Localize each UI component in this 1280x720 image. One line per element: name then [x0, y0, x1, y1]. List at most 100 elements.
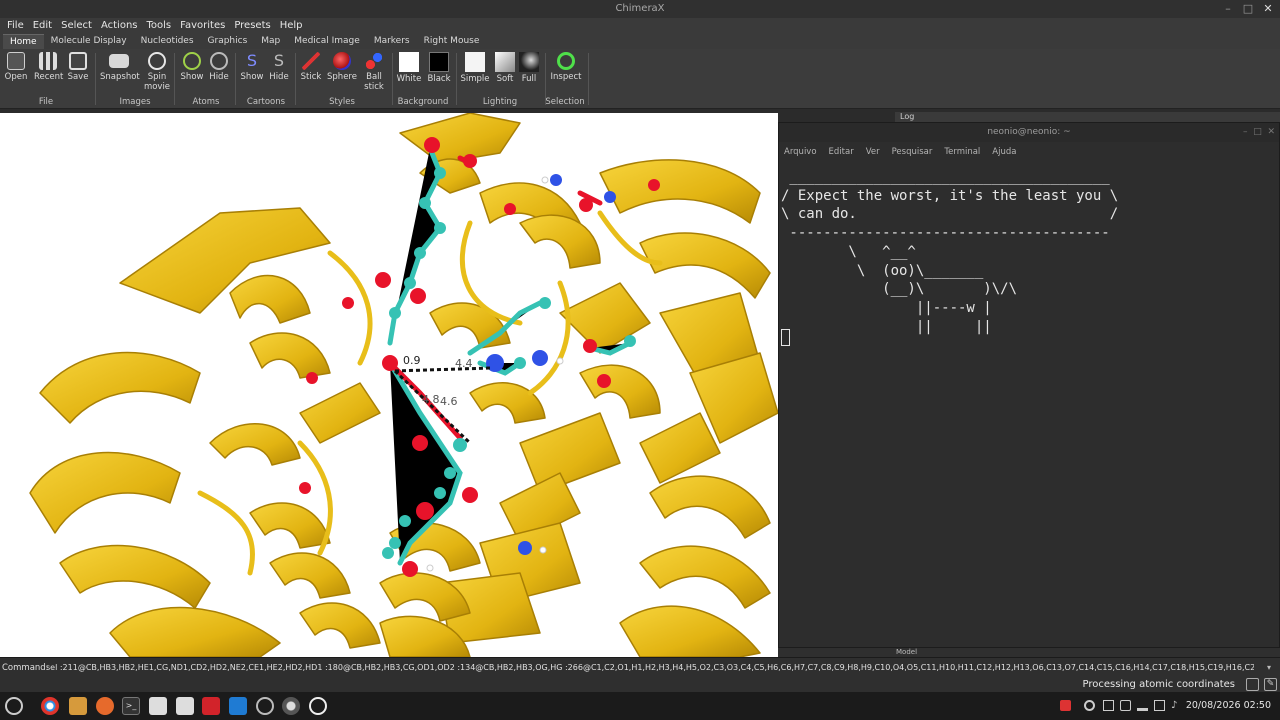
tab-right-mouse[interactable]: Right Mouse	[417, 34, 487, 49]
ball-stick-icon	[365, 52, 383, 70]
tab-markers[interactable]: Markers	[367, 34, 417, 49]
terminal-output[interactable]: ______________________________________ /…	[779, 162, 1279, 336]
anydesk-icon[interactable]	[202, 697, 220, 715]
terminal-menu-pesquisar[interactable]: Pesquisar	[892, 147, 933, 157]
update-icon[interactable]	[1084, 700, 1095, 711]
ribbon-separator	[235, 53, 236, 105]
cartoons-hide-button[interactable]: S Hide	[265, 52, 293, 83]
white-swatch-icon	[399, 52, 419, 72]
background-white-button[interactable]: White	[395, 52, 423, 84]
menu-favorites[interactable]: Favorites	[177, 18, 228, 34]
snapshot-button[interactable]: Snapshot	[100, 52, 140, 82]
inspect-button[interactable]: Inspect	[550, 52, 582, 82]
menu-help[interactable]: Help	[277, 18, 306, 34]
terminal-menu-editar[interactable]: Editar	[829, 147, 854, 157]
menu-select[interactable]: Select	[58, 18, 95, 34]
lighting-simple-button[interactable]: Simple	[460, 52, 490, 84]
model-panel-bar: Model	[778, 648, 1280, 657]
open-icon	[7, 52, 25, 70]
graphics-viewport[interactable]: 0.9 4.4 4.8 4.6	[0, 113, 778, 657]
atoms-show-icon	[183, 52, 201, 70]
command-input[interactable]: sel :211@CB,HB3,HB2,HE1,CG,ND1,CD2,HD2,N…	[46, 661, 1254, 675]
cartoons-show-button[interactable]: S Show	[238, 51, 266, 83]
status-bar: Processing atomic coordinates ✎	[0, 677, 1280, 692]
folder-icon[interactable]	[69, 697, 87, 715]
recent-button[interactable]: Recent	[34, 52, 63, 82]
close-icon[interactable]: ✕	[1258, 0, 1278, 18]
soft-light-icon	[495, 52, 515, 72]
atoms-show-button[interactable]: Show	[178, 52, 206, 82]
chevron-down-icon[interactable]: ▾	[1262, 662, 1276, 674]
clock[interactable]: 20/08/2026 02:50	[1186, 692, 1271, 720]
group-file-label: File	[38, 97, 54, 107]
terminal-window-controls[interactable]: – □ ✕	[1243, 123, 1275, 142]
group-cartoons-label: Cartoons	[246, 97, 286, 107]
settings-icon[interactable]	[149, 697, 167, 715]
distance-label: 4.4	[455, 357, 473, 370]
spin-icon	[148, 52, 166, 70]
network-tray-icon[interactable]	[1154, 700, 1165, 711]
tab-nucleotides[interactable]: Nucleotides	[134, 34, 201, 49]
tab-home[interactable]: Home	[3, 34, 44, 49]
tab-molecule-display[interactable]: Molecule Display	[44, 34, 134, 49]
menu-icon[interactable]	[5, 697, 23, 715]
chimerax-icon[interactable]	[282, 697, 300, 715]
maximize-icon[interactable]: □	[1238, 0, 1258, 18]
minimize-icon[interactable]: –	[1218, 0, 1238, 18]
terminal-titlebar: neonio@neonio: ~ – □ ✕	[779, 123, 1279, 142]
ribbon-separator	[456, 53, 457, 105]
command-label: Command:	[2, 663, 49, 673]
menu-file[interactable]: File	[4, 18, 27, 34]
distance-label: 4.6	[440, 395, 458, 408]
menu-tools[interactable]: Tools	[144, 18, 175, 34]
terminal-menu-arquivo[interactable]: Arquivo	[784, 147, 817, 157]
chrome-icon[interactable]	[41, 697, 59, 715]
sphere-button[interactable]: Sphere	[327, 52, 357, 82]
cartoon-show-icon: S	[246, 51, 258, 70]
ribbon-separator	[174, 53, 175, 105]
firefox-icon[interactable]	[96, 697, 114, 715]
pencil-icon[interactable]: ✎	[1264, 678, 1277, 691]
clipboard-icon[interactable]	[1103, 700, 1114, 711]
menu-presets[interactable]: Presets	[231, 18, 273, 34]
recording-icon[interactable]	[1060, 700, 1071, 711]
settings-icon[interactable]	[176, 697, 194, 715]
save-button[interactable]: Save	[64, 52, 92, 82]
vscode-icon[interactable]	[229, 697, 247, 715]
sphere-icon	[333, 52, 351, 70]
obs-icon[interactable]	[309, 697, 327, 715]
group-atoms-label: Atoms	[192, 97, 220, 107]
stick-button[interactable]: Stick	[297, 52, 325, 82]
spin-movie-button[interactable]: Spin movie	[143, 52, 171, 92]
camera-icon	[109, 54, 129, 68]
background-black-button[interactable]: Black	[425, 52, 453, 84]
atoms-hide-button[interactable]: Hide	[205, 52, 233, 82]
terminal-menubar: Arquivo Editar Ver Pesquisar Terminal Aj…	[779, 142, 1279, 162]
status-square-icon[interactable]	[1246, 678, 1259, 691]
tab-map[interactable]: Map	[254, 34, 287, 49]
volume-icon[interactable]: ♪	[1171, 700, 1182, 711]
terminal-window[interactable]: neonio@neonio: ~ – □ ✕ Arquivo Editar Ve…	[778, 122, 1280, 648]
terminal-icon[interactable]: >_	[122, 697, 140, 715]
open-button[interactable]: Open	[2, 52, 30, 82]
simple-light-icon	[465, 52, 485, 72]
log-tab[interactable]: Log	[895, 112, 1280, 122]
ball-stick-button[interactable]: Ball stick	[360, 52, 388, 92]
lighting-full-button[interactable]: Full	[515, 52, 543, 84]
taskbar: >_ ♪ 20/08/2026 02:50	[0, 692, 1280, 720]
terminal-menu-ver[interactable]: Ver	[866, 147, 880, 157]
network-icon[interactable]	[256, 697, 274, 715]
status-text: Processing atomic coordinates	[1082, 679, 1236, 690]
menu-actions[interactable]: Actions	[98, 18, 141, 34]
terminal-menu-ajuda[interactable]: Ajuda	[992, 147, 1016, 157]
menu-edit[interactable]: Edit	[30, 18, 55, 34]
molecule-render[interactable]: 0.9 4.4 4.8 4.6	[0, 113, 778, 657]
shield-icon[interactable]	[1120, 700, 1131, 711]
tab-medical-image[interactable]: Medical Image	[287, 34, 367, 49]
window-title: ChimeraX	[615, 3, 665, 14]
black-swatch-icon	[429, 52, 449, 72]
terminal-menu-terminal[interactable]: Terminal	[944, 147, 980, 157]
magnifier-icon	[557, 52, 575, 70]
tab-graphics[interactable]: Graphics	[201, 34, 255, 49]
display-icon[interactable]	[1137, 700, 1148, 711]
